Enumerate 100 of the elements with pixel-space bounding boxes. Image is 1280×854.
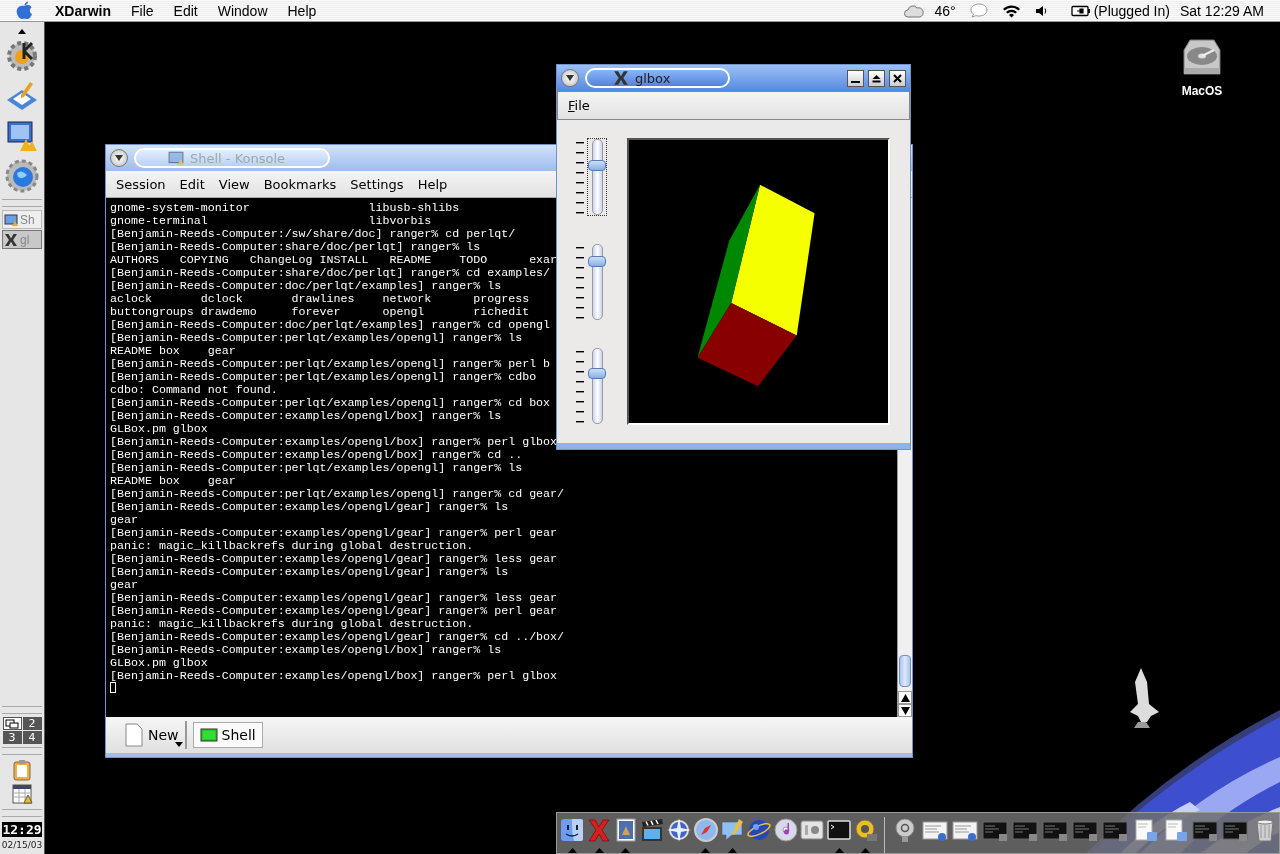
terminal-line: [Benjamin-Reeds-Computer:doc/perlqt/examples] ranger% cd opengl: [110, 318, 551, 331]
desktop-pager-button[interactable]: 3: [2, 731, 22, 744]
slider-thumb[interactable]: [588, 160, 606, 172]
terminal-line: [Benjamin-Reeds-Computer:examples/opengl/box] ranger% perl glbox: [110, 669, 558, 682]
menu-item[interactable]: View: [218, 176, 250, 192]
terminal-line: [Benjamin-Reeds-Computer:perlqt/examples/opengl] ranger% ls: [110, 331, 523, 344]
slider[interactable]: [587, 242, 607, 321]
panel-date: 02/15/03: [1, 840, 43, 850]
running-indicator: [567, 848, 577, 853]
slider-thumb[interactable]: [588, 255, 606, 267]
document-icon: [124, 723, 144, 747]
maximize-button[interactable]: [868, 69, 885, 87]
close-icon: [892, 72, 903, 84]
terminal-line: panic: magic_killbackrefs during global destruction.: [110, 539, 474, 552]
desktop-pager-button[interactable]: [2, 717, 22, 730]
dock-item[interactable]: [852, 817, 880, 853]
menu-item[interactable]: Edit: [173, 2, 198, 19]
menu-item[interactable]: Session: [116, 176, 166, 192]
calendar-icon[interactable]: [11, 783, 33, 805]
at-sign-icon: [892, 817, 918, 843]
menu-item[interactable]: Help: [417, 176, 448, 192]
dock-item[interactable]: [692, 817, 720, 853]
panel-handle[interactable]: [2, 199, 42, 207]
terminal-line: [Benjamin-Reeds-Computer:perlqt/examples/opengl] ranger% perl b: [110, 357, 551, 370]
menu-item[interactable]: File: [568, 98, 590, 113]
terminal-icon: [826, 817, 853, 843]
panel-handle[interactable]: [2, 809, 42, 817]
scroll-down-button[interactable]: [898, 704, 912, 717]
scrollbar-thumb[interactable]: [899, 655, 911, 687]
clipboard-icon[interactable]: [11, 759, 33, 781]
window-menu-button[interactable]: [110, 149, 128, 167]
close-button[interactable]: [889, 69, 906, 87]
text-cursor: [110, 682, 116, 693]
terminal-line: gnome-terminal libvorbis: [110, 214, 432, 227]
app-menu[interactable]: XDarwin: [55, 2, 111, 19]
dock-item[interactable]: [559, 817, 586, 853]
menu-item[interactable]: File: [131, 2, 154, 19]
terminal-line: [Benjamin-Reeds-Computer:examples/opengl/box] ranger% ls: [110, 643, 502, 656]
menu-clock[interactable]: Sat 12:29 AM: [1179, 2, 1264, 19]
dock-item[interactable]: [719, 817, 746, 853]
minimize-button[interactable]: [847, 69, 864, 87]
slider[interactable]: [587, 347, 607, 425]
terminal-line: [Benjamin-Reeds-Computer:examples/opengl/box] ranger% perl glbox: [110, 435, 558, 448]
session-tab[interactable]: Shell: [192, 722, 263, 748]
compass-icon: [692, 817, 719, 843]
terminal-line: [Benjamin-Reeds-Computer:share/doc/perlqt] ranger% ls: [110, 240, 481, 253]
desktop-icon-label[interactable]: MacOS: [1181, 84, 1223, 98]
clapperboard-icon: [639, 817, 666, 843]
terminal-line: README box gear: [110, 474, 236, 487]
running-indicator: [701, 848, 711, 853]
terminal-line: AUTHORS COPYING ChangeLog INSTALL README TODO exar: [110, 253, 558, 266]
menu-item[interactable]: Bookmarks: [263, 176, 337, 192]
caret-icon: [115, 155, 123, 161]
battery-plug-icon[interactable]: [1070, 4, 1091, 17]
scrollbar[interactable]: [897, 450, 912, 717]
desktop-pager-button[interactable]: 2: [22, 717, 42, 730]
running-indicator: [861, 848, 871, 853]
slider-thumb[interactable]: [588, 368, 606, 380]
apple-icon[interactable]: [16, 1, 33, 20]
panel-handle[interactable]: [2, 747, 42, 755]
cloud-icon[interactable]: [904, 3, 925, 18]
monitor-icon: [4, 212, 18, 227]
panel-clock[interactable]: 12:29: [2, 822, 42, 837]
speaker-icon[interactable]: [1034, 4, 1047, 17]
desktop-pager-button[interactable]: 4: [22, 731, 42, 744]
x-icon: [613, 70, 629, 86]
dock-item[interactable]: [825, 817, 853, 853]
monitor-icon[interactable]: [4, 118, 40, 154]
gadget-icon: [852, 817, 879, 843]
menu-item[interactable]: Help: [287, 2, 317, 19]
menu-item[interactable]: Window: [217, 2, 268, 19]
terminal-line: [Benjamin-Reeds-Computer:perlqt/examples/opengl] ranger% cdbo: [110, 370, 537, 383]
menu-item[interactable]: Settings: [350, 176, 404, 192]
speech-bubble-icon: [719, 817, 746, 843]
new-session-button[interactable]: New: [122, 721, 187, 749]
caret-icon: [566, 75, 574, 81]
terminal-line: [Benjamin-Reeds-Computer:examples/opengl/box] ranger% ls: [110, 409, 502, 422]
caret-icon: [174, 742, 183, 747]
terminal-line: README box gear: [110, 344, 236, 357]
power-status[interactable]: (Plugged In): [1093, 2, 1170, 19]
terminal-line: [Benjamin-Reeds-Computer:/sw/share/doc] ranger% cd perlqt/: [110, 227, 516, 240]
temperature[interactable]: 46°: [934, 2, 956, 19]
terminal-line: [Benjamin-Reeds-Computer:perlqt/examples/opengl] ranger% cd box: [110, 396, 551, 409]
panel-handle[interactable]: [2, 706, 42, 714]
x-icon: [4, 232, 18, 247]
terminal-line: [Benjamin-Reeds-Computer:share/doc/perlqt] ranger% cd examples/: [110, 266, 551, 279]
running-indicator: [621, 848, 631, 853]
menu-item[interactable]: Edit: [179, 176, 205, 192]
globe-gear-icon[interactable]: [4, 158, 40, 194]
terminal-line: [Benjamin-Reeds-Computer:examples/opengl/gear] ranger% less gear: [110, 552, 558, 565]
terminal-icon: [199, 728, 218, 742]
gear-k-icon[interactable]: [4, 38, 40, 74]
wifi-icon[interactable]: [1001, 3, 1021, 18]
terminal-line: aclock dclock drawlines network progress: [110, 292, 530, 305]
scroll-up-button[interactable]: [898, 691, 912, 704]
slider[interactable]: [587, 138, 607, 216]
window-menu-button[interactable]: [561, 69, 579, 87]
monitor-icon: [168, 150, 184, 166]
finder-face-icon: [559, 817, 586, 843]
minimize-icon: [850, 80, 861, 83]
